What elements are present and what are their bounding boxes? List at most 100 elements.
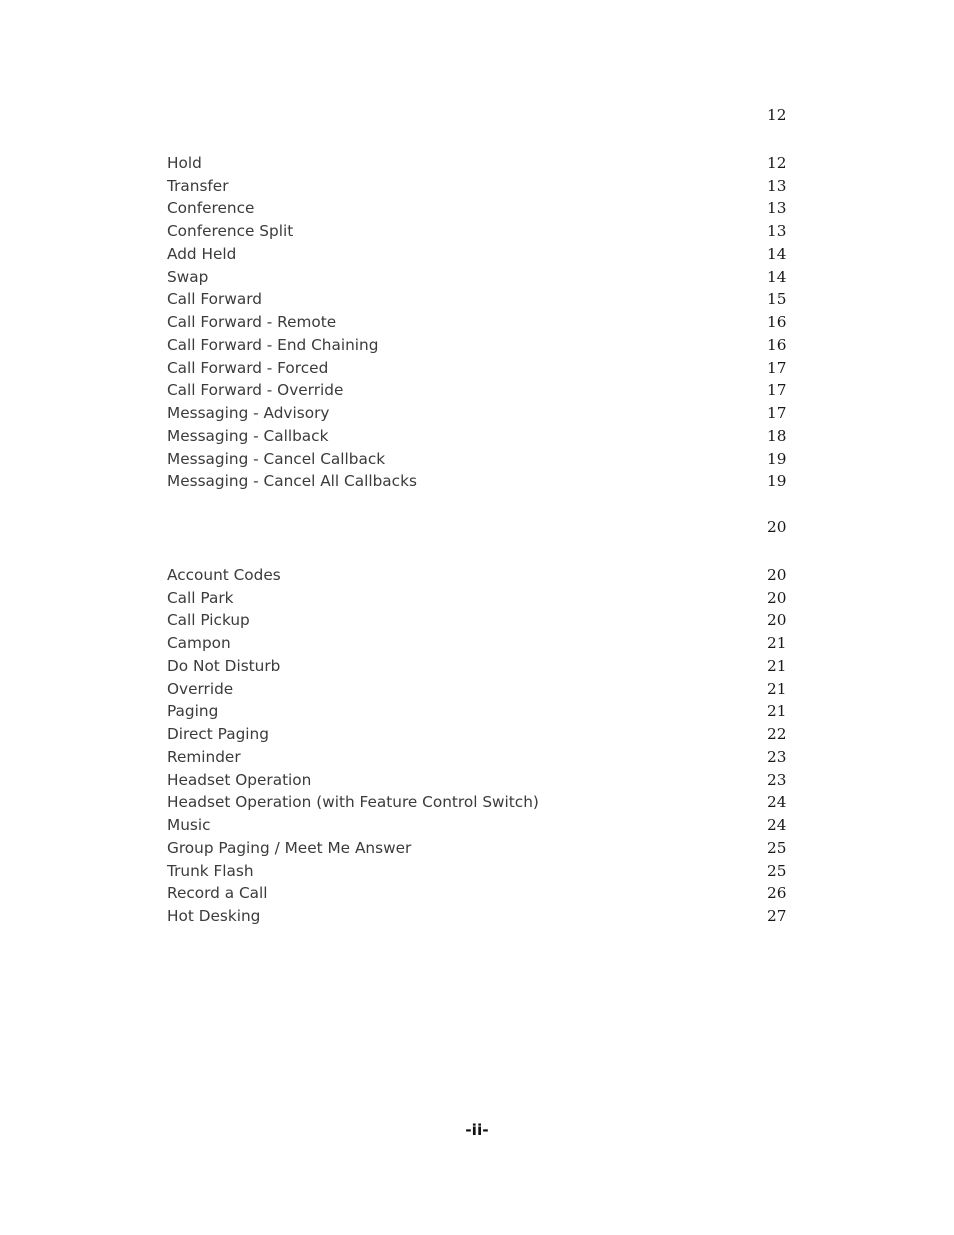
toc-entry-page: 16 (767, 335, 787, 354)
toc-entry-label: Transfer (167, 176, 229, 195)
toc-entry-override[interactable]: Override 21 (167, 678, 807, 701)
toc-entry-label: Record a Call (167, 884, 268, 903)
toc-entry-label: Messaging - Cancel Callback (167, 449, 386, 468)
toc-entry-label: Call Park (167, 588, 234, 607)
toc-entry-campon[interactable]: Campon 21 (167, 632, 807, 655)
toc-entry-page: 21 (767, 679, 787, 698)
toc-entry-music[interactable]: Music 24 (167, 814, 807, 837)
toc-entry-page: 27 (767, 907, 787, 925)
toc-entry-page: 12 (767, 153, 787, 172)
toc-entry-direct-paging[interactable]: Direct Paging 22 (167, 723, 807, 746)
toc-entry-trunk-flash[interactable]: Trunk Flash 25 (167, 860, 807, 883)
toc-section-heading-row[interactable]: 12 (167, 104, 807, 127)
toc-entry-page: 24 (767, 793, 787, 812)
toc-entry-page: 13 (767, 199, 787, 218)
toc-entry-label: Override (167, 679, 234, 698)
toc-entry-label: Headset Operation (167, 770, 312, 789)
toc-entry-label: Call Forward - Override (167, 381, 344, 400)
toc-entry-paging[interactable]: Paging 21 (167, 700, 807, 723)
toc-entry-page: 23 (767, 747, 787, 766)
toc-entry-add-held[interactable]: Add Held 14 (167, 243, 807, 266)
toc-entry-page: 17 (767, 404, 787, 422)
toc-entry-hot-desking[interactable]: Hot Desking 27 (167, 905, 807, 928)
toc-entry-swap[interactable]: Swap 14 (167, 266, 807, 289)
footer-page-marker: -ii- (465, 1121, 489, 1139)
toc-entry-call-pickup[interactable]: Call Pickup 20 (167, 609, 807, 632)
toc-entry-messaging-cancel-callback[interactable]: Messaging - Cancel Callback 19 (167, 448, 807, 471)
toc-section-call-handling: 12 Hold 12 Transfer 13 Conference 13 Con… (167, 104, 807, 493)
toc-section-features: 20 Account Codes 20 Call Park 20 Call Pi… (167, 516, 807, 928)
document-page: 12 Hold 12 Transfer 13 Conference 13 Con… (0, 0, 954, 1235)
toc-entry-page: 16 (767, 313, 787, 331)
toc-entry-label: Reminder (167, 747, 241, 766)
toc-entry-page: 23 (767, 770, 787, 789)
toc-entry-messaging-callback[interactable]: Messaging - Callback 18 (167, 425, 807, 448)
toc-entry-page: 13 (767, 176, 787, 195)
toc-entry-label: Headset Operation (with Feature Control … (167, 793, 539, 812)
toc-entry-page: 13 (767, 222, 787, 240)
toc-entry-label: Swap (167, 267, 209, 286)
toc-section-heading-page: 12 (767, 106, 787, 124)
toc-entry-label: Messaging - Cancel All Callbacks (167, 472, 417, 491)
toc-entry-label: Hot Desking (167, 907, 261, 925)
toc-entry-headset-operation-feature-control-switch[interactable]: Headset Operation (with Feature Control … (167, 791, 807, 814)
toc-entry-page: 14 (767, 244, 787, 263)
toc-entry-reminder[interactable]: Reminder 23 (167, 746, 807, 769)
toc-entry-conference[interactable]: Conference 13 (167, 197, 807, 220)
toc-entry-page: 15 (767, 290, 787, 309)
toc-entry-conference-split[interactable]: Conference Split 13 (167, 220, 807, 243)
toc-entry-hold[interactable]: Hold 12 (167, 152, 807, 175)
page-footer: -ii- (0, 1120, 954, 1139)
toc-entry-page: 24 (767, 816, 787, 834)
toc-entry-page: 25 (767, 861, 787, 880)
toc-entry-messaging-advisory[interactable]: Messaging - Advisory 17 (167, 402, 807, 425)
toc-entry-page: 19 (767, 449, 787, 468)
toc-entry-page: 19 (767, 472, 787, 491)
toc-entry-label: Add Held (167, 244, 237, 263)
toc-entry-label: Call Forward - Remote (167, 313, 337, 331)
toc-section-heading-row[interactable]: 20 (167, 516, 807, 539)
toc-entry-label: Conference Split (167, 222, 294, 240)
toc-entry-page: 20 (767, 565, 787, 584)
toc-entry-page: 20 (767, 588, 787, 607)
toc-entry-label: Direct Paging (167, 725, 269, 743)
toc-entry-call-park[interactable]: Call Park 20 (167, 587, 807, 610)
toc-entry-page: 25 (767, 838, 787, 857)
toc-entry-record-a-call[interactable]: Record a Call 26 (167, 882, 807, 905)
toc-entry-group-paging-meet-me-answer[interactable]: Group Paging / Meet Me Answer 25 (167, 837, 807, 860)
toc-entry-page: 22 (767, 725, 787, 743)
toc-entry-label: Group Paging / Meet Me Answer (167, 838, 412, 857)
toc-entry-label: Call Pickup (167, 611, 250, 630)
toc-entry-call-forward-forced[interactable]: Call Forward - Forced 17 (167, 357, 807, 380)
toc-entry-call-forward[interactable]: Call Forward 15 (167, 288, 807, 311)
toc-entry-page: 18 (767, 426, 787, 445)
toc-entry-account-codes[interactable]: Account Codes 20 (167, 564, 807, 587)
toc-entry-label: Campon (167, 634, 231, 652)
toc-entry-transfer[interactable]: Transfer 13 (167, 175, 807, 198)
toc-entry-page: 14 (767, 267, 787, 286)
toc-entry-label: Conference (167, 199, 255, 218)
toc-entry-call-forward-override[interactable]: Call Forward - Override 17 (167, 379, 807, 402)
toc-entry-headset-operation[interactable]: Headset Operation 23 (167, 769, 807, 792)
toc-entry-page: 20 (767, 611, 787, 630)
toc-entry-page: 21 (767, 702, 787, 721)
toc-entry-page: 21 (767, 634, 787, 652)
toc-entry-call-forward-end-chaining[interactable]: Call Forward - End Chaining 16 (167, 334, 807, 357)
toc-entry-label: Music (167, 816, 211, 834)
toc-entry-do-not-disturb[interactable]: Do Not Disturb 21 (167, 655, 807, 678)
toc-entry-page: 17 (767, 381, 787, 400)
toc-entry-label: Call Forward - End Chaining (167, 335, 379, 354)
toc-entry-label: Account Codes (167, 565, 281, 584)
toc-entry-page: 21 (767, 656, 787, 675)
toc-entry-call-forward-remote[interactable]: Call Forward - Remote 16 (167, 311, 807, 334)
toc-entry-page: 26 (767, 884, 787, 903)
toc-section-heading-page: 20 (767, 518, 787, 536)
toc-entry-label: Trunk Flash (167, 861, 254, 880)
table-of-contents: 12 Hold 12 Transfer 13 Conference 13 Con… (167, 104, 807, 928)
toc-entry-label: Call Forward - Forced (167, 358, 329, 377)
toc-entry-label: Messaging - Advisory (167, 404, 330, 422)
toc-entry-messaging-cancel-all-callbacks[interactable]: Messaging - Cancel All Callbacks 19 (167, 470, 807, 493)
